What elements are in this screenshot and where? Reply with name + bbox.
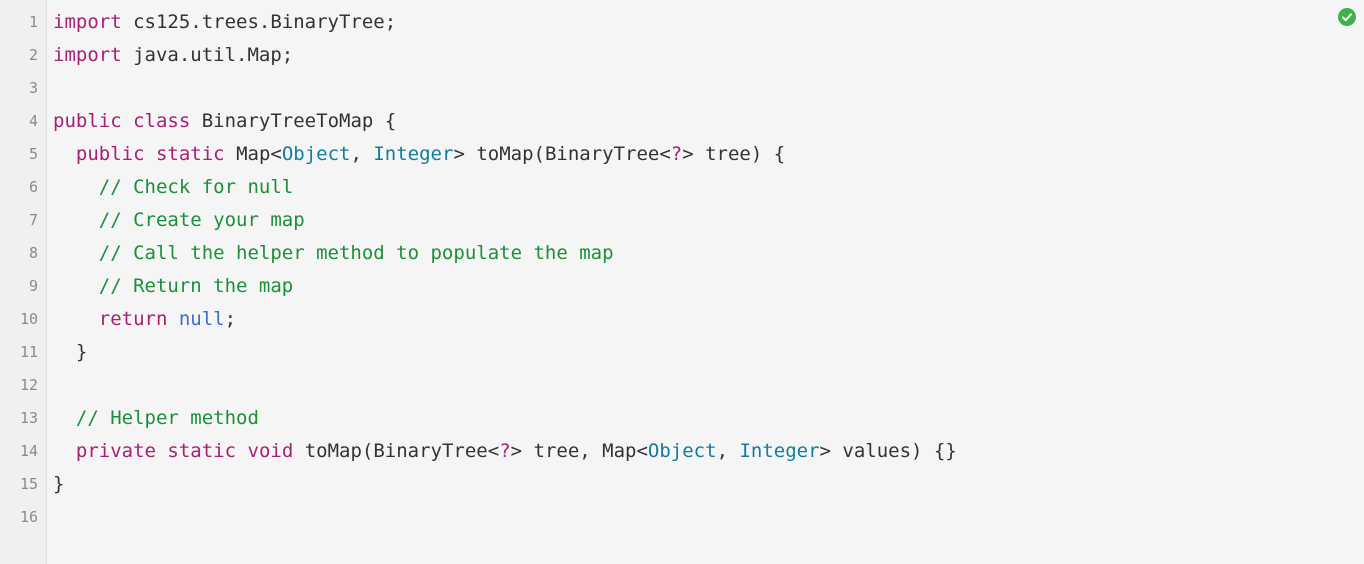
- code-editor[interactable]: 12345678910111213141516 import cs125.tre…: [0, 0, 1364, 564]
- token-cmt: // Return the map: [99, 275, 293, 297]
- token-pln: [156, 440, 167, 462]
- token-pln: > tree, Map<: [511, 440, 648, 462]
- token-kw: import: [53, 44, 122, 66]
- code-line[interactable]: return null;: [53, 303, 1364, 336]
- token-pln: }: [76, 341, 87, 363]
- token-kw: return: [99, 308, 168, 330]
- code-line[interactable]: private static void toMap(BinaryTree<?> …: [53, 435, 1364, 468]
- line-number: 6: [0, 171, 38, 204]
- code-line[interactable]: }: [53, 468, 1364, 501]
- token-kw: void: [248, 440, 294, 462]
- token-pln: > values) {}: [820, 440, 957, 462]
- token-nul: null: [179, 308, 225, 330]
- token-pln: > tree) {: [682, 143, 785, 165]
- token-pln: BinaryTreeToMap {: [190, 110, 396, 132]
- code-line[interactable]: }: [53, 336, 1364, 369]
- code-line[interactable]: import java.util.Map;: [53, 39, 1364, 72]
- token-pln: [236, 440, 247, 462]
- code-line[interactable]: public static Map<Object, Integer> toMap…: [53, 138, 1364, 171]
- code-area[interactable]: import cs125.trees.BinaryTree;import jav…: [47, 0, 1364, 564]
- code-line[interactable]: import cs125.trees.BinaryTree;: [53, 6, 1364, 39]
- token-type: Object: [282, 143, 351, 165]
- token-pln: }: [53, 473, 64, 495]
- token-pln: Map<: [225, 143, 282, 165]
- token-kw: ?: [671, 143, 682, 165]
- line-number: 13: [0, 402, 38, 435]
- line-number: 12: [0, 369, 38, 402]
- token-pln: toMap(BinaryTree<: [293, 440, 499, 462]
- token-pln: [167, 308, 178, 330]
- code-line[interactable]: // Helper method: [53, 402, 1364, 435]
- token-cmt: // Call the helper method to populate th…: [99, 242, 614, 264]
- code-line[interactable]: // Call the helper method to populate th…: [53, 237, 1364, 270]
- token-kw: static: [156, 143, 225, 165]
- code-line[interactable]: public class BinaryTreeToMap {: [53, 105, 1364, 138]
- token-kw: private: [76, 440, 156, 462]
- line-number-gutter: 12345678910111213141516: [0, 0, 47, 564]
- token-kw: import: [53, 11, 122, 33]
- token-kw: public: [76, 143, 145, 165]
- token-type: Integer: [373, 143, 453, 165]
- line-number: 8: [0, 237, 38, 270]
- check-circle-icon: [1338, 8, 1356, 26]
- line-number: 7: [0, 204, 38, 237]
- token-type: Object: [648, 440, 717, 462]
- line-number: 2: [0, 39, 38, 72]
- line-number: 4: [0, 105, 38, 138]
- line-number: 14: [0, 435, 38, 468]
- token-cmt: // Helper method: [76, 407, 259, 429]
- code-line[interactable]: [53, 369, 1364, 402]
- token-kw: public: [53, 110, 122, 132]
- token-pln: > toMap(BinaryTree<: [453, 143, 670, 165]
- token-pln: ;: [225, 308, 236, 330]
- token-kw: static: [167, 440, 236, 462]
- code-line[interactable]: [53, 501, 1364, 534]
- code-line[interactable]: // Create your map: [53, 204, 1364, 237]
- token-type: Integer: [739, 440, 819, 462]
- code-line[interactable]: // Return the map: [53, 270, 1364, 303]
- token-cmt: // Check for null: [99, 176, 293, 198]
- line-number: 15: [0, 468, 38, 501]
- token-cmt: // Create your map: [99, 209, 305, 231]
- token-pln: ,: [717, 440, 740, 462]
- token-pln: cs125.trees.BinaryTree;: [122, 11, 397, 33]
- code-line[interactable]: // Check for null: [53, 171, 1364, 204]
- line-number: 1: [0, 6, 38, 39]
- token-kw: class: [133, 110, 190, 132]
- line-number: 10: [0, 303, 38, 336]
- token-kw: ?: [499, 440, 510, 462]
- token-pln: [122, 110, 133, 132]
- token-pln: [145, 143, 156, 165]
- token-pln: ,: [350, 143, 373, 165]
- token-pln: java.util.Map;: [122, 44, 294, 66]
- line-number: 9: [0, 270, 38, 303]
- line-number: 5: [0, 138, 38, 171]
- code-line[interactable]: [53, 72, 1364, 105]
- line-number: 3: [0, 72, 38, 105]
- line-number: 11: [0, 336, 38, 369]
- line-number: 16: [0, 501, 38, 534]
